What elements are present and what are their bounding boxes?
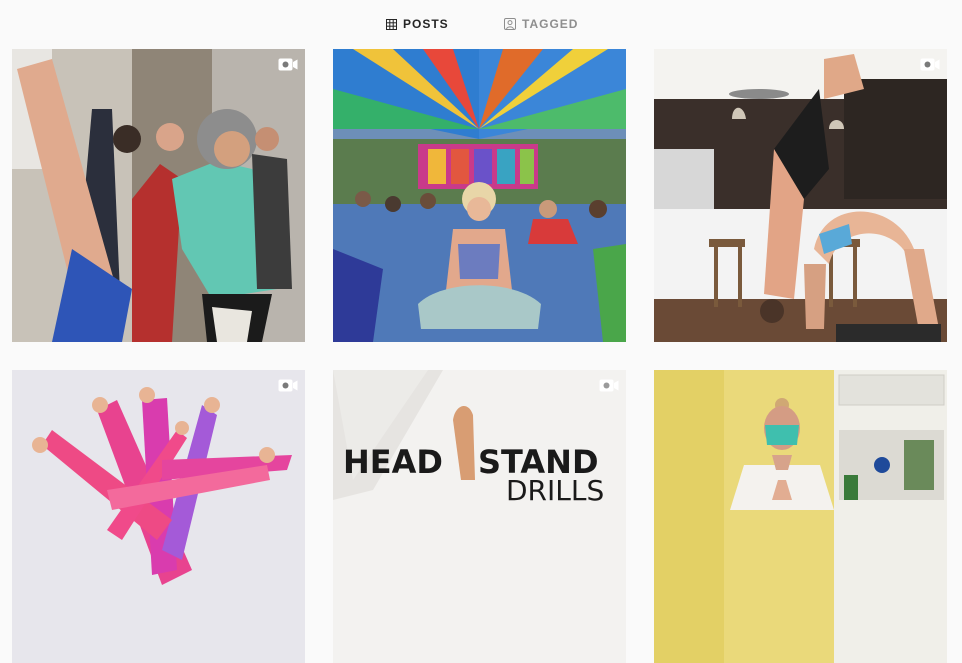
post-thumbnail-5[interactable]: HEAD STAND DRILLS: [333, 370, 626, 663]
video-icon: [278, 379, 298, 392]
post-image-3: [654, 49, 947, 342]
post-thumbnail-3[interactable]: [654, 49, 947, 342]
post-image-6: [654, 370, 947, 663]
tab-tagged[interactable]: TAGGED: [504, 15, 578, 33]
post-thumbnail-1[interactable]: [12, 49, 305, 342]
post-image-1: [12, 49, 305, 342]
post-thumbnail-2[interactable]: [333, 49, 626, 342]
caption-head: HEAD: [343, 443, 443, 481]
tab-posts-label: POSTS: [403, 17, 449, 31]
profile-tabs: POSTS TAGGED: [0, 0, 962, 48]
video-icon: [278, 58, 298, 71]
tab-posts[interactable]: POSTS: [386, 15, 449, 33]
post-thumbnail-4[interactable]: [12, 370, 305, 663]
post-image-5: HEAD STAND DRILLS: [333, 370, 626, 663]
post-image-4: [12, 370, 305, 663]
tab-tagged-label: TAGGED: [522, 17, 579, 31]
tagged-person-icon: [504, 18, 516, 30]
grid-icon: [386, 18, 397, 30]
video-icon: [920, 58, 940, 71]
post-image-2: [333, 49, 626, 342]
post-thumbnail-6[interactable]: [654, 370, 947, 663]
video-icon: [599, 379, 619, 392]
caption-drills: DRILLS: [506, 474, 604, 507]
